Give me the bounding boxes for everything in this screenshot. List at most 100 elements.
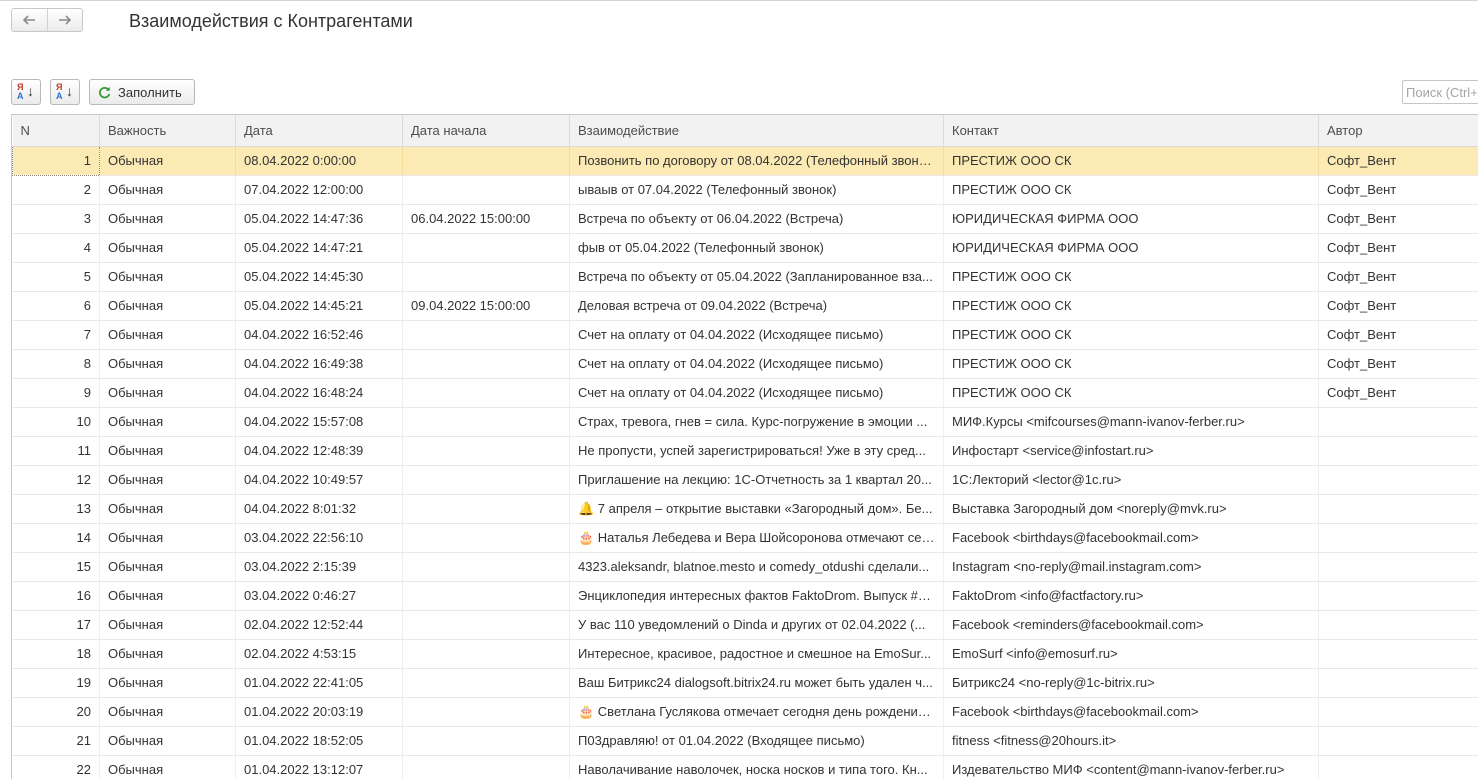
table-row[interactable]: 19Обычная01.04.2022 22:41:05Ваш Битрикс2… xyxy=(13,668,1478,697)
author-cell: Софт_Вент xyxy=(1319,378,1478,407)
start-date-cell xyxy=(403,668,570,697)
sort-descending-button[interactable]: Я А ↓ xyxy=(50,79,80,105)
contact-cell: FaktoDrom <info@factfactory.ru> xyxy=(944,581,1319,610)
table-row[interactable]: 20Обычная01.04.2022 20:03:19 🎂 Светлана Г… xyxy=(13,697,1478,726)
interactions-grid: NВажностьДатаДата началаВзаимодействиеКо… xyxy=(12,115,1478,779)
table-row[interactable]: 6Обычная05.04.2022 14:45:2109.04.2022 15… xyxy=(13,291,1478,320)
table-body: 1Обычная08.04.2022 0:00:00Позвонить по д… xyxy=(13,146,1478,779)
header-column-interaction[interactable]: Взаимодействие xyxy=(570,115,944,146)
header-column-n[interactable]: N xyxy=(13,115,100,146)
table-row[interactable]: 14Обычная03.04.2022 22:56:10🎂 Наталья Ле… xyxy=(13,523,1478,552)
importance-cell: Обычная xyxy=(100,697,236,726)
sort-descending-icon: Я А ↓ xyxy=(55,83,75,101)
date-cell: 02.04.2022 4:53:15 xyxy=(236,639,403,668)
table-row[interactable]: 3Обычная05.04.2022 14:47:3606.04.2022 15… xyxy=(13,204,1478,233)
row-number: 20 xyxy=(13,697,100,726)
header-column-author[interactable]: Автор xyxy=(1319,115,1478,146)
header-column-date[interactable]: Дата xyxy=(236,115,403,146)
table-row[interactable]: 9Обычная04.04.2022 16:48:24Счет на оплат… xyxy=(13,378,1478,407)
table-row[interactable]: 2Обычная07.04.2022 12:00:00ываыв от 07.0… xyxy=(13,175,1478,204)
interaction-cell: Счет на оплату от 04.04.2022 (Исходящее … xyxy=(570,320,944,349)
row-number: 21 xyxy=(13,726,100,755)
table-row[interactable]: 22Обычная01.04.2022 13:12:07 Наволачивани… xyxy=(13,755,1478,779)
interaction-cell: Счет на оплату от 04.04.2022 (Исходящее … xyxy=(570,349,944,378)
sort-ascending-button[interactable]: Я А ↓ xyxy=(11,79,41,105)
start-date-cell xyxy=(403,581,570,610)
table-header: NВажностьДатаДата началаВзаимодействиеКо… xyxy=(13,115,1478,146)
table-row[interactable]: 7Обычная04.04.2022 16:52:46Счет на оплат… xyxy=(13,320,1478,349)
interaction-cell: 🎂 Светлана Гуслякова отмечает сегодня де… xyxy=(570,697,944,726)
importance-cell: Обычная xyxy=(100,552,236,581)
date-cell: 05.04.2022 14:45:21 xyxy=(236,291,403,320)
interaction-cell: У вас 110 уведомлений о Dinda и других о… xyxy=(570,610,944,639)
header-column-contact[interactable]: Контакт xyxy=(944,115,1319,146)
start-date-cell xyxy=(403,175,570,204)
interaction-cell: Приглашение на лекцию: 1С-Отчетность за … xyxy=(570,465,944,494)
row-number: 22 xyxy=(13,755,100,779)
contact-cell: Facebook <birthdays@facebookmail.com> xyxy=(944,523,1319,552)
contact-cell: fitness <fitness@20hours.it> xyxy=(944,726,1319,755)
importance-cell: Обычная xyxy=(100,436,236,465)
row-number: 6 xyxy=(13,291,100,320)
table-row[interactable]: 5Обычная05.04.2022 14:45:30Встреча по об… xyxy=(13,262,1478,291)
contact-cell: Издевательство МИФ <content@mann-ivanov-… xyxy=(944,755,1319,779)
table-row[interactable]: 1Обычная08.04.2022 0:00:00Позвонить по д… xyxy=(13,146,1478,175)
date-cell: 01.04.2022 22:41:05 xyxy=(236,668,403,697)
search-input[interactable] xyxy=(1402,80,1478,104)
date-cell: 05.04.2022 14:47:21 xyxy=(236,233,403,262)
table-row[interactable]: 21Обычная01.04.2022 18:52:05П03дравляю! … xyxy=(13,726,1478,755)
importance-cell: Обычная xyxy=(100,523,236,552)
table-row[interactable]: 13Обычная04.04.2022 8:01:32🔔 7 апреля – … xyxy=(13,494,1478,523)
contact-cell: Инфостарт <service@infostart.ru> xyxy=(944,436,1319,465)
date-cell: 04.04.2022 8:01:32 xyxy=(236,494,403,523)
importance-cell: Обычная xyxy=(100,291,236,320)
author-cell xyxy=(1319,407,1478,436)
table-row[interactable]: 10Обычная04.04.2022 15:57:08Страх, трево… xyxy=(13,407,1478,436)
author-cell xyxy=(1319,465,1478,494)
table-row[interactable]: 16Обычная03.04.2022 0:46:27Энциклопедия … xyxy=(13,581,1478,610)
table-row[interactable]: 11Обычная04.04.2022 12:48:39Не пропусти,… xyxy=(13,436,1478,465)
author-cell: Софт_Вент xyxy=(1319,146,1478,175)
author-cell: Софт_Вент xyxy=(1319,175,1478,204)
fill-button[interactable]: Заполнить xyxy=(89,79,195,105)
author-cell xyxy=(1319,726,1478,755)
row-number: 13 xyxy=(13,494,100,523)
table-row[interactable]: 12Обычная04.04.2022 10:49:57Приглашение … xyxy=(13,465,1478,494)
back-button[interactable] xyxy=(12,9,47,31)
importance-cell: Обычная xyxy=(100,755,236,779)
contact-cell: Битрикс24 <no-reply@1c-bitrix.ru> xyxy=(944,668,1319,697)
row-number: 7 xyxy=(13,320,100,349)
start-date-cell xyxy=(403,407,570,436)
row-number: 1 xyxy=(13,146,100,175)
header-column-start-date[interactable]: Дата начала xyxy=(403,115,570,146)
contact-cell: 1С:Лекторий <lector@1c.ru> xyxy=(944,465,1319,494)
interactions-table: NВажностьДатаДата началаВзаимодействиеКо… xyxy=(11,114,1478,779)
contact-cell: ПРЕСТИЖ ООО СК xyxy=(944,262,1319,291)
interaction-cell: Наволачивание наволочек, носка носков и … xyxy=(570,755,944,779)
date-cell: 01.04.2022 13:12:07 xyxy=(236,755,403,779)
author-cell xyxy=(1319,668,1478,697)
contact-cell: ПРЕСТИЖ ООО СК xyxy=(944,146,1319,175)
header-column-importance[interactable]: Важность xyxy=(100,115,236,146)
contact-cell: ПРЕСТИЖ ООО СК xyxy=(944,349,1319,378)
table-row[interactable]: 15Обычная03.04.2022 2:15:394323.aleksand… xyxy=(13,552,1478,581)
contact-cell: Facebook <reminders@facebookmail.com> xyxy=(944,610,1319,639)
date-cell: 04.04.2022 16:49:38 xyxy=(236,349,403,378)
contact-cell: ПРЕСТИЖ ООО СК xyxy=(944,291,1319,320)
author-cell: Софт_Вент xyxy=(1319,233,1478,262)
importance-cell: Обычная xyxy=(100,378,236,407)
forward-button[interactable] xyxy=(47,9,83,31)
start-date-cell xyxy=(403,378,570,407)
table-row[interactable]: 18Обычная02.04.2022 4:53:15Интересное, к… xyxy=(13,639,1478,668)
table-row[interactable]: 17Обычная02.04.2022 12:52:44У вас 110 ув… xyxy=(13,610,1478,639)
table-row[interactable]: 8Обычная04.04.2022 16:49:38Счет на оплат… xyxy=(13,349,1478,378)
date-cell: 03.04.2022 2:15:39 xyxy=(236,552,403,581)
date-cell: 03.04.2022 22:56:10 xyxy=(236,523,403,552)
row-number: 2 xyxy=(13,175,100,204)
importance-cell: Обычная xyxy=(100,726,236,755)
importance-cell: Обычная xyxy=(100,639,236,668)
date-cell: 01.04.2022 20:03:19 xyxy=(236,697,403,726)
start-date-cell xyxy=(403,436,570,465)
interaction-cell: фыв от 05.04.2022 (Телефонный звонок) xyxy=(570,233,944,262)
table-row[interactable]: 4Обычная05.04.2022 14:47:21фыв от 05.04.… xyxy=(13,233,1478,262)
